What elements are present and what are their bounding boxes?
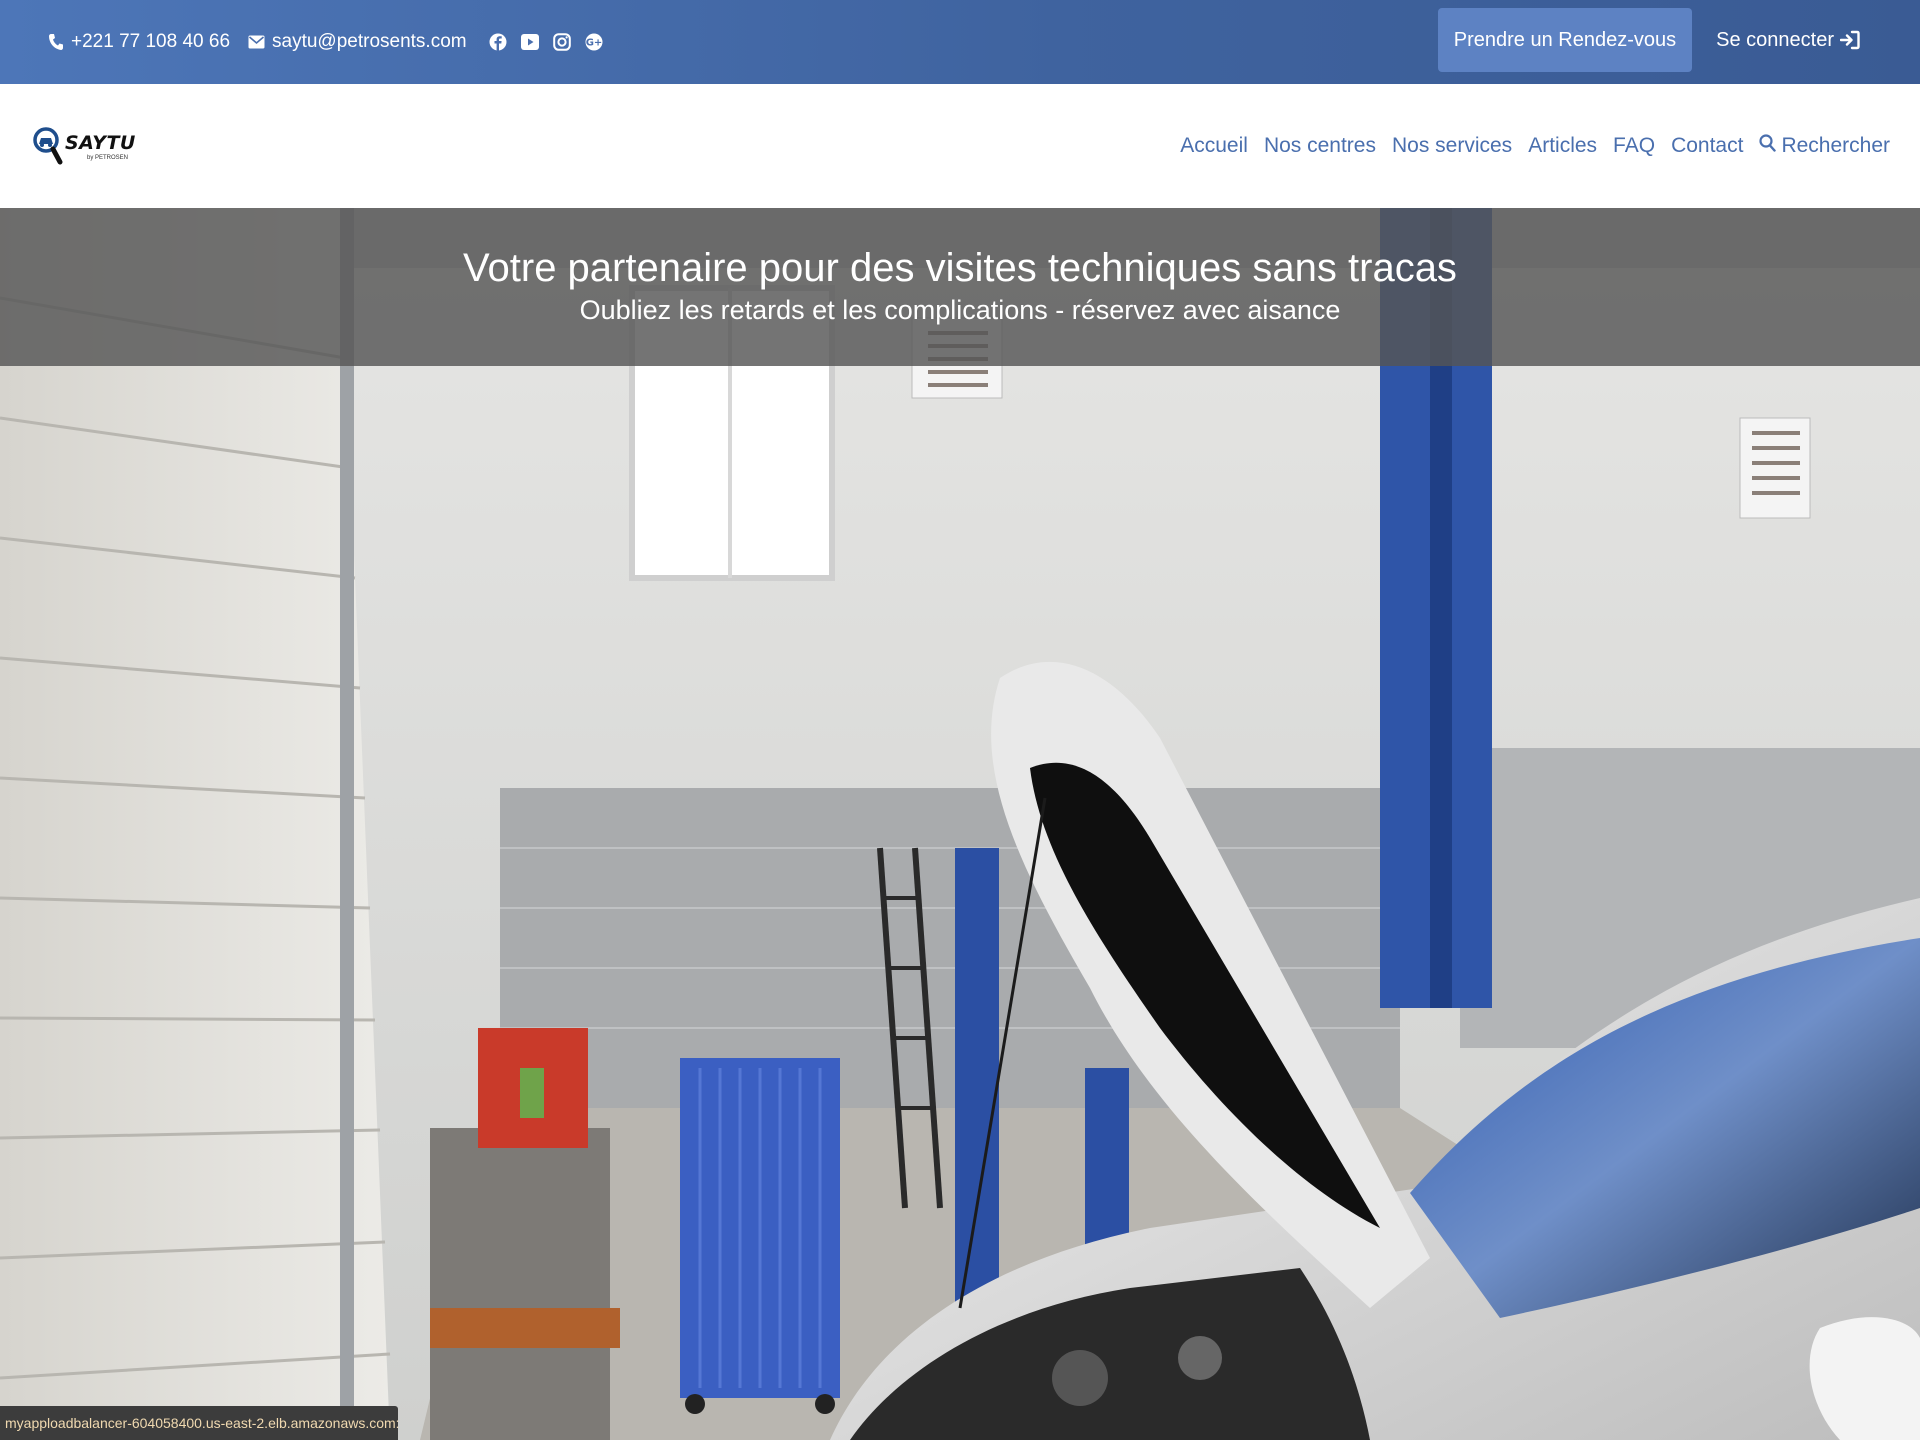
phone-icon [48, 33, 64, 51]
login-label: Se connecter [1716, 28, 1834, 51]
nav-item-nos-services[interactable]: Nos services [1392, 134, 1512, 158]
phone-number: +221 77 108 40 66 [71, 31, 231, 52]
brand-text: SAYTU by PETROSEN [65, 132, 136, 162]
email-address: saytu@petrosents.com [272, 31, 467, 52]
contact-info: +221 77 108 40 66 saytu@petrosents.com G… [48, 0, 603, 84]
search-icon [1759, 134, 1777, 158]
nav-item-faq[interactable]: FAQ [1613, 134, 1655, 158]
instagram-icon[interactable] [552, 33, 571, 51]
phone-contact[interactable]: +221 77 108 40 66 [48, 31, 230, 53]
nav-item-contact[interactable]: Contact [1671, 134, 1743, 158]
envelope-icon [248, 35, 265, 49]
google-plus-icon[interactable]: G+ [585, 33, 603, 51]
youtube-icon[interactable] [520, 34, 539, 50]
svg-text:G+: G+ [585, 38, 602, 49]
nav-item-accueil[interactable]: Accueil [1180, 134, 1248, 158]
social-links: G+ [489, 33, 603, 51]
hero-subtitle: Oubliez les retards et les complications… [579, 295, 1341, 325]
main-navbar: SAYTU by PETROSEN Accueil Nos centres No… [0, 84, 1920, 208]
magnifier-car-icon [33, 122, 63, 173]
garage-hero-image [0, 208, 1920, 1440]
email-contact[interactable]: saytu@petrosents.com [248, 31, 467, 53]
hero-section: Votre partenaire pour des visites techni… [0, 208, 1920, 1440]
link-status-url: myapploadbalancer-604058400.us-east-2.el… [0, 1406, 398, 1440]
appointment-button[interactable]: Prendre un Rendez-vous [1437, 8, 1693, 72]
nav-menu: Accueil Nos centres Nos services Article… [1180, 84, 1890, 208]
brand-tagline: by PETROSEN [87, 155, 129, 161]
hero-banner: Votre partenaire pour des visites techni… [0, 208, 1920, 366]
top-contact-bar: +221 77 108 40 66 saytu@petrosents.com G… [0, 0, 1920, 84]
nav-search[interactable]: Rechercher [1759, 134, 1890, 158]
facebook-icon[interactable] [489, 33, 507, 51]
sign-in-icon [1840, 30, 1860, 50]
search-label: Rechercher [1781, 134, 1890, 157]
nav-item-nos-centres[interactable]: Nos centres [1264, 134, 1376, 158]
login-link[interactable]: Se connecter [1716, 29, 1860, 52]
hero-title: Votre partenaire pour des visites techni… [463, 246, 1457, 290]
brand-logo[interactable]: SAYTU by PETROSEN [33, 122, 136, 173]
nav-item-articles[interactable]: Articles [1528, 134, 1597, 158]
brand-name: SAYTU [65, 132, 136, 154]
topbar-actions: Prendre un Rendez-vous Se connecter [1437, 8, 1860, 72]
